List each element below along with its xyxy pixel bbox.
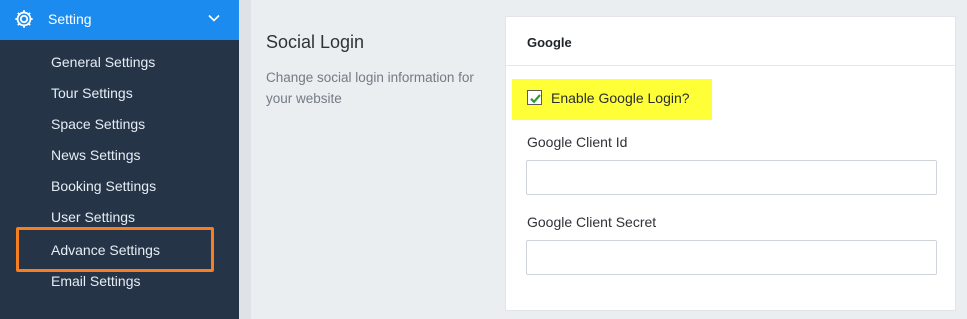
enable-google-login-label[interactable]: Enable Google Login?: [551, 90, 690, 106]
advance-settings-highlight: [16, 227, 214, 272]
google-client-secret-input[interactable]: [526, 240, 937, 275]
section-description: Change social login information for your…: [266, 70, 474, 106]
sidebar-item-user-settings[interactable]: User Settings: [51, 209, 135, 225]
enable-google-login-checkbox[interactable]: [527, 90, 542, 105]
sidebar-divider: [239, 0, 251, 319]
sidebar-header-setting[interactable]: Setting: [0, 0, 239, 40]
google-client-id-label: Google Client Id: [527, 134, 628, 150]
google-client-secret-label: Google Client Secret: [527, 214, 657, 230]
sidebar-item-email-settings[interactable]: Email Settings: [51, 273, 140, 289]
sidebar-item-news-settings[interactable]: News Settings: [51, 147, 140, 163]
sidebar-item-tour-settings[interactable]: Tour Settings: [51, 85, 133, 101]
section-title: Social Login: [266, 32, 365, 52]
chevron-down-icon[interactable]: [207, 11, 221, 25]
sidebar-item-space-settings[interactable]: Space Settings: [51, 116, 145, 132]
sidebar-item-general-settings[interactable]: General Settings: [51, 54, 155, 70]
sidebar-item-booking-settings[interactable]: Booking Settings: [51, 178, 156, 194]
gear-icon: [15, 10, 33, 28]
sidebar-header-label: Setting: [48, 11, 92, 27]
sidebar: Setting General Settings Tour Settings S…: [0, 0, 239, 319]
google-client-id-input[interactable]: [526, 160, 937, 195]
card-header: Google: [506, 17, 955, 66]
checkmark-icon: [530, 94, 541, 104]
card-title: Google: [527, 35, 572, 50]
